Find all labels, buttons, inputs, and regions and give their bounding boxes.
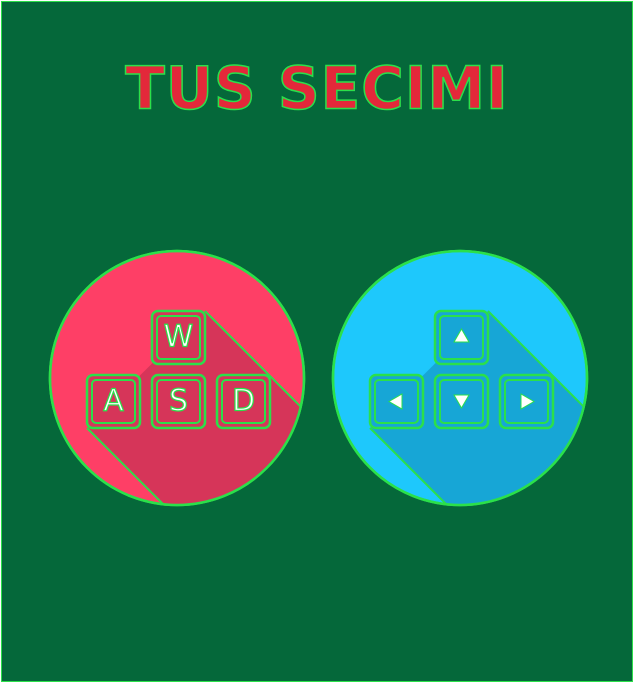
d-key-label: D — [232, 384, 255, 419]
game-screen: TUS SECIMI W A S D — [1, 1, 633, 682]
right-arrow-key — [498, 373, 555, 430]
a-key: A — [85, 373, 142, 430]
arrow-keys-option-button[interactable] — [330, 248, 590, 508]
wasd-option-button[interactable]: W A S D — [47, 248, 307, 508]
w-key-label: W — [164, 320, 194, 355]
wasd-keys-icon: W A S D — [48, 249, 306, 507]
s-key: S — [150, 373, 207, 430]
down-arrow-key — [433, 373, 490, 430]
up-arrow-key — [433, 309, 490, 366]
w-key: W — [150, 309, 207, 366]
arrow-keys-icon — [331, 249, 589, 507]
d-key: D — [215, 373, 272, 430]
left-arrow-key — [368, 373, 425, 430]
a-key-label: A — [103, 384, 124, 419]
page-title: TUS SECIMI — [125, 53, 509, 124]
s-key-label: S — [169, 384, 188, 419]
